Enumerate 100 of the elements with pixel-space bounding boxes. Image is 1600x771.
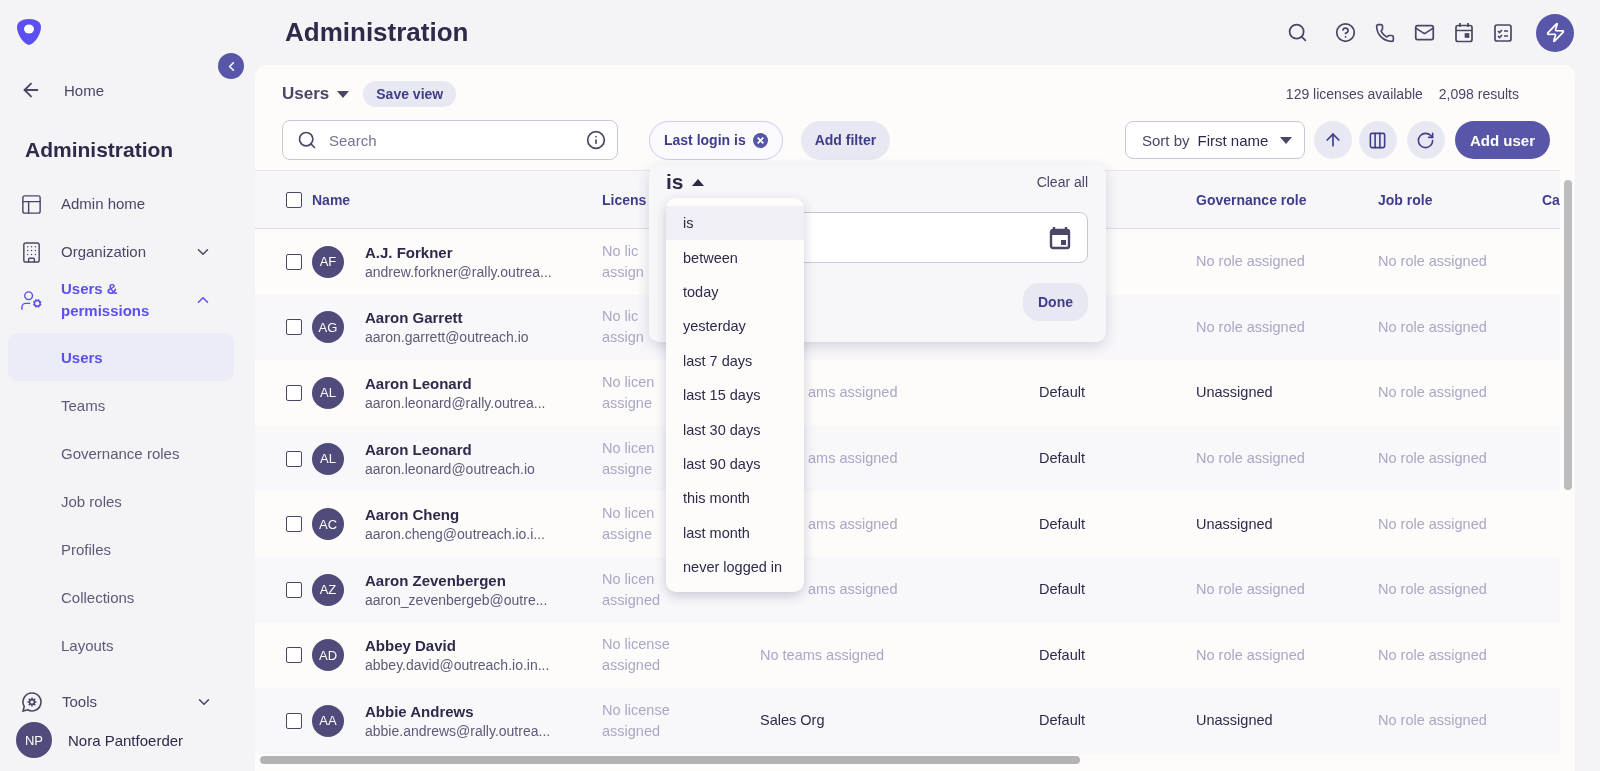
help-icon[interactable]	[1335, 22, 1356, 43]
sidebar-item[interactable]: Tools	[0, 682, 247, 722]
table-cell: No role assigned	[1378, 450, 1487, 467]
column-header[interactable]: Name	[312, 191, 351, 208]
row-checkbox[interactable]	[286, 253, 302, 270]
sidebar-subitem[interactable]: Governance roles	[8, 429, 234, 477]
table-cell: No role assigned	[1378, 581, 1487, 598]
user-email: aaron.cheng@outreach.io.i...	[365, 526, 545, 543]
operator-dropdown[interactable]: is	[666, 170, 704, 194]
table-cell: No licen assigned	[602, 570, 661, 608]
columns-icon	[1368, 130, 1388, 150]
table-cell: No role assigned	[1378, 318, 1487, 335]
clear-icon[interactable]	[752, 132, 768, 148]
menu-option[interactable]: never logged in	[666, 549, 804, 585]
table-cell: Default	[1039, 450, 1085, 467]
column-header[interactable]: Ca	[1542, 191, 1560, 208]
user-name: A.J. Forkner	[365, 243, 454, 261]
menu-option[interactable]: between	[666, 240, 804, 275]
caret-down-icon	[1280, 136, 1292, 144]
user-name: Aaron Cheng	[365, 506, 461, 524]
search-icon[interactable]	[1287, 22, 1308, 43]
sort-dropdown[interactable]: Sort by First name	[1125, 121, 1305, 159]
column-header[interactable]: Licens	[602, 191, 647, 208]
sidebar-item[interactable]: Organization	[0, 228, 247, 276]
menu-option[interactable]: last month	[666, 515, 804, 550]
page-title: Administration	[285, 17, 470, 48]
building-icon	[20, 240, 43, 264]
table-cell: Default	[1039, 712, 1085, 729]
home-link[interactable]: Home	[0, 74, 104, 106]
column-header[interactable]: Governance role	[1196, 191, 1307, 208]
phone-icon[interactable]	[1375, 22, 1395, 43]
done-button[interactable]: Done	[1023, 283, 1088, 321]
filter-chip[interactable]: Last login is	[649, 120, 783, 160]
save-view-button[interactable]: Save view	[363, 81, 457, 107]
menu-option[interactable]: today	[666, 274, 804, 310]
view-dropdown[interactable]: Users	[282, 84, 350, 104]
mail-icon[interactable]	[1414, 22, 1435, 43]
caret-down-icon	[337, 90, 350, 98]
row-checkbox[interactable]	[286, 647, 302, 664]
sidebar-subitem[interactable]: Users	[8, 333, 234, 381]
results-count: 2,098 results	[1438, 86, 1519, 102]
column-header[interactable]: Job role	[1378, 191, 1433, 208]
menu-option[interactable]: this month	[666, 481, 804, 516]
add-user-button[interactable]: Add user	[1455, 121, 1550, 159]
table-cell: Default	[1039, 646, 1085, 663]
user-avatar: AF	[312, 245, 344, 278]
row-checkbox[interactable]	[286, 581, 302, 598]
menu-option[interactable]: last 90 days	[666, 446, 804, 482]
row-checkbox[interactable]	[286, 450, 302, 467]
table-cell: No role assigned	[1378, 253, 1487, 270]
user-avatar[interactable]: NP	[16, 722, 52, 758]
row-checkbox[interactable]	[286, 319, 302, 336]
info-icon[interactable]	[586, 130, 606, 150]
user-avatar: AC	[312, 508, 344, 541]
horizontal-scrollbar[interactable]	[260, 755, 1080, 764]
columns-button[interactable]	[1359, 121, 1397, 159]
user-email: abbey.david@outreach.io.in...	[365, 657, 550, 674]
sidebar-subitem[interactable]: Profiles	[8, 525, 234, 573]
sidebar-subitem[interactable]: Layouts	[8, 621, 234, 669]
caret-up-icon	[691, 178, 704, 186]
vertical-scrollbar[interactable]	[1563, 180, 1572, 490]
user-avatar: AZ	[312, 573, 344, 606]
bolt-icon	[1544, 22, 1566, 43]
menu-option[interactable]: last 7 days	[666, 343, 804, 378]
sidebar-subitem[interactable]: Teams	[8, 381, 234, 429]
table-cell: Default	[1039, 384, 1085, 401]
sidebar-item[interactable]: Admin home	[0, 180, 247, 228]
clear-all-link[interactable]: Clear all	[1036, 174, 1088, 190]
sidebar-subitem[interactable]: Collections	[8, 573, 234, 621]
calendar-icon[interactable]	[1454, 22, 1474, 43]
calendar-icon	[1049, 225, 1071, 250]
sidebar-subitem[interactable]: Job roles	[8, 477, 234, 525]
row-checkbox[interactable]	[286, 712, 302, 729]
menu-option[interactable]: last 15 days	[666, 377, 804, 413]
search-field[interactable]: Search	[282, 120, 618, 160]
user-email: aaron.leonard@outreach.io	[365, 460, 535, 477]
layout-icon	[20, 192, 43, 216]
user-name: Aaron Garrett	[365, 309, 464, 327]
user-gear-icon	[20, 288, 43, 312]
sort-direction-button[interactable]	[1314, 121, 1352, 159]
select-all-checkbox[interactable]	[286, 191, 302, 208]
row-checkbox[interactable]	[286, 516, 302, 533]
table-cell: No role assigned	[1196, 450, 1305, 467]
table-cell: Default	[1039, 515, 1085, 532]
bolt-button[interactable]	[1536, 13, 1574, 52]
sidebar-item[interactable]: Users & permissions	[0, 276, 247, 324]
table-cell: No licen assigne	[602, 505, 655, 543]
chat-gear-icon	[20, 690, 44, 714]
menu-option[interactable]: is	[666, 206, 804, 241]
menu-option[interactable]: last 30 days	[666, 412, 804, 447]
refresh-button[interactable]	[1407, 121, 1445, 159]
add-filter-button[interactable]: Add filter	[800, 120, 891, 160]
menu-option[interactable]: yesterday	[666, 309, 804, 344]
checklist-icon[interactable]	[1493, 22, 1513, 43]
table-cell: ams assigned	[808, 384, 898, 401]
user-email: aaron_zevenbergeb@outre...	[365, 591, 548, 608]
table-cell: Unassigned	[1196, 515, 1273, 532]
table-cell: No role assigned	[1196, 646, 1305, 663]
collapse-sidebar-button[interactable]	[218, 53, 244, 79]
row-checkbox[interactable]	[286, 385, 302, 401]
